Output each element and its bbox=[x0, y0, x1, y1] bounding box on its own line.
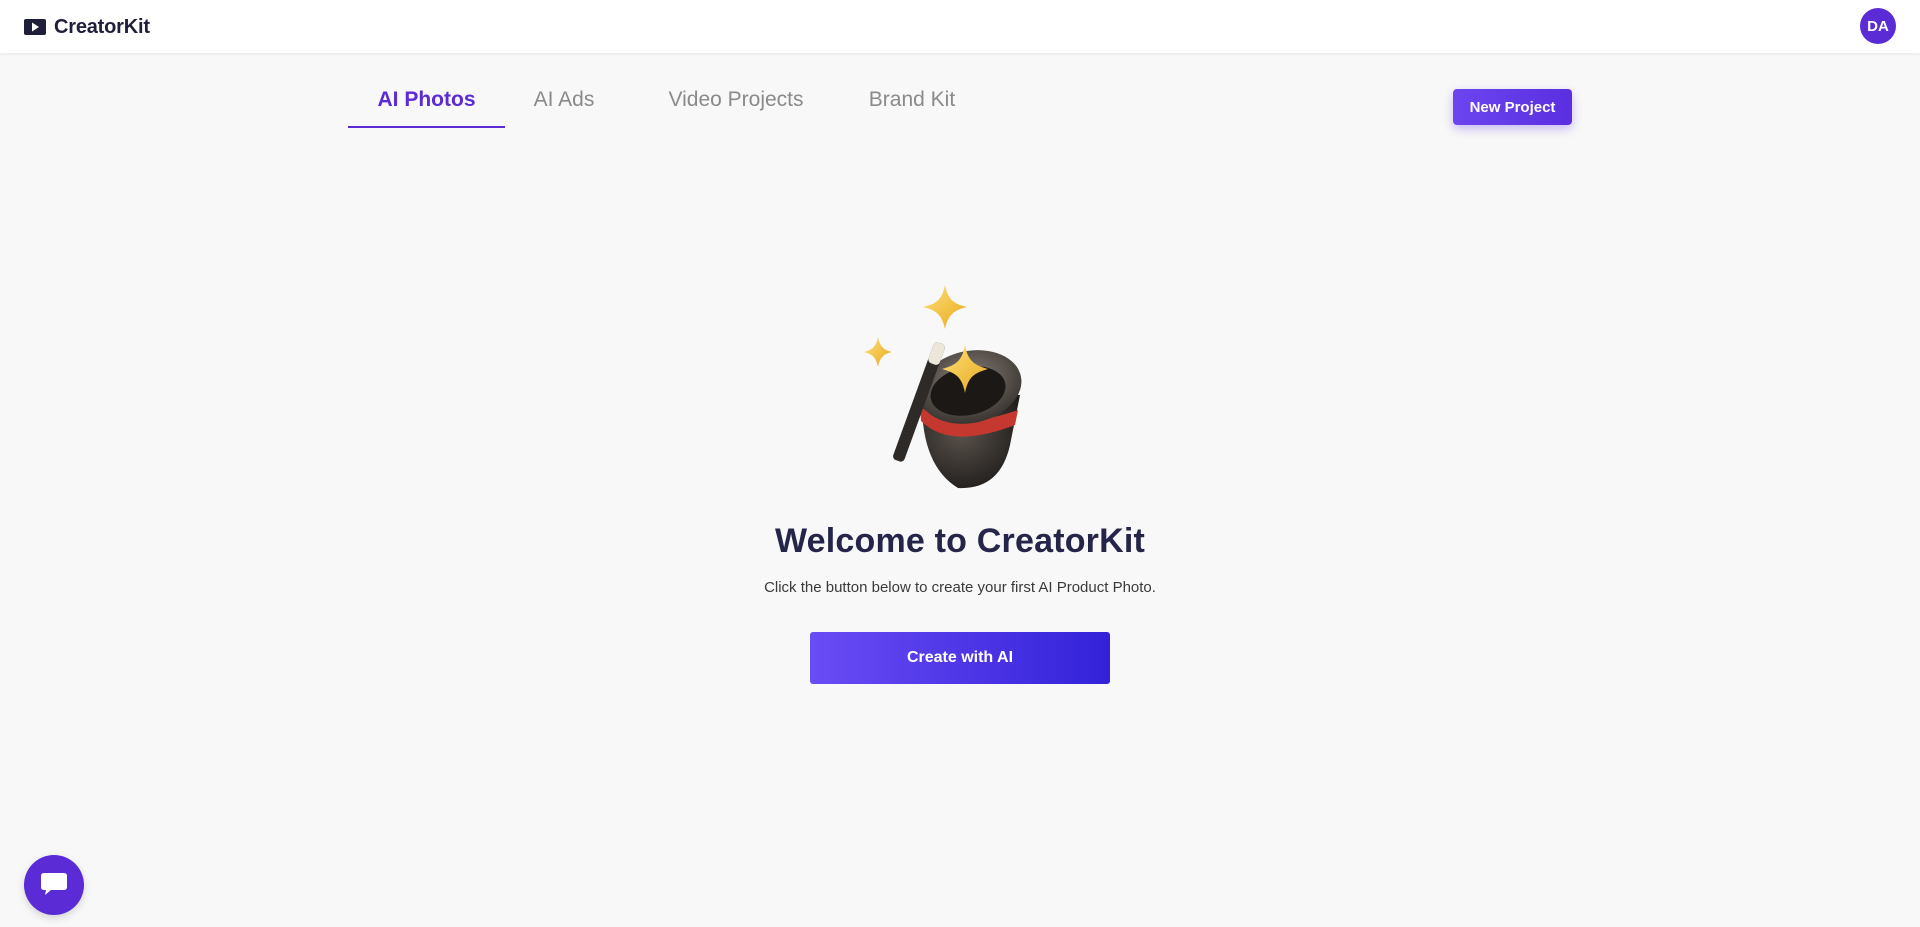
create-with-ai-button[interactable]: Create with AI bbox=[810, 632, 1110, 684]
chat-bubble-icon bbox=[41, 873, 67, 895]
tab-brand-kit[interactable]: Brand Kit bbox=[862, 88, 962, 128]
welcome-title: Welcome to CreatorKit bbox=[774, 522, 1146, 560]
play-logo-icon bbox=[24, 19, 46, 35]
app-name: CreatorKit bbox=[54, 15, 150, 38]
magic-hat-wand-icon bbox=[864, 285, 1022, 489]
tab-video-projects[interactable]: Video Projects bbox=[661, 88, 811, 128]
chat-support-button[interactable] bbox=[24, 855, 84, 915]
welcome-subtitle: Click the button below to create your fi… bbox=[764, 579, 1156, 596]
tab-label: Video Projects bbox=[668, 88, 804, 111]
user-avatar[interactable]: DA bbox=[1860, 8, 1896, 44]
tab-label: Brand Kit bbox=[868, 88, 956, 111]
app-logo[interactable]: CreatorKit bbox=[24, 14, 150, 40]
top-bar: CreatorKit DA bbox=[0, 0, 1920, 53]
new-project-button[interactable]: New Project bbox=[1453, 89, 1572, 125]
tab-label: AI Ads bbox=[533, 88, 595, 111]
tab-ai-ads[interactable]: AI Ads bbox=[533, 88, 595, 128]
tab-label: AI Photos bbox=[377, 88, 476, 111]
tab-ai-photos[interactable]: AI Photos bbox=[348, 88, 505, 128]
